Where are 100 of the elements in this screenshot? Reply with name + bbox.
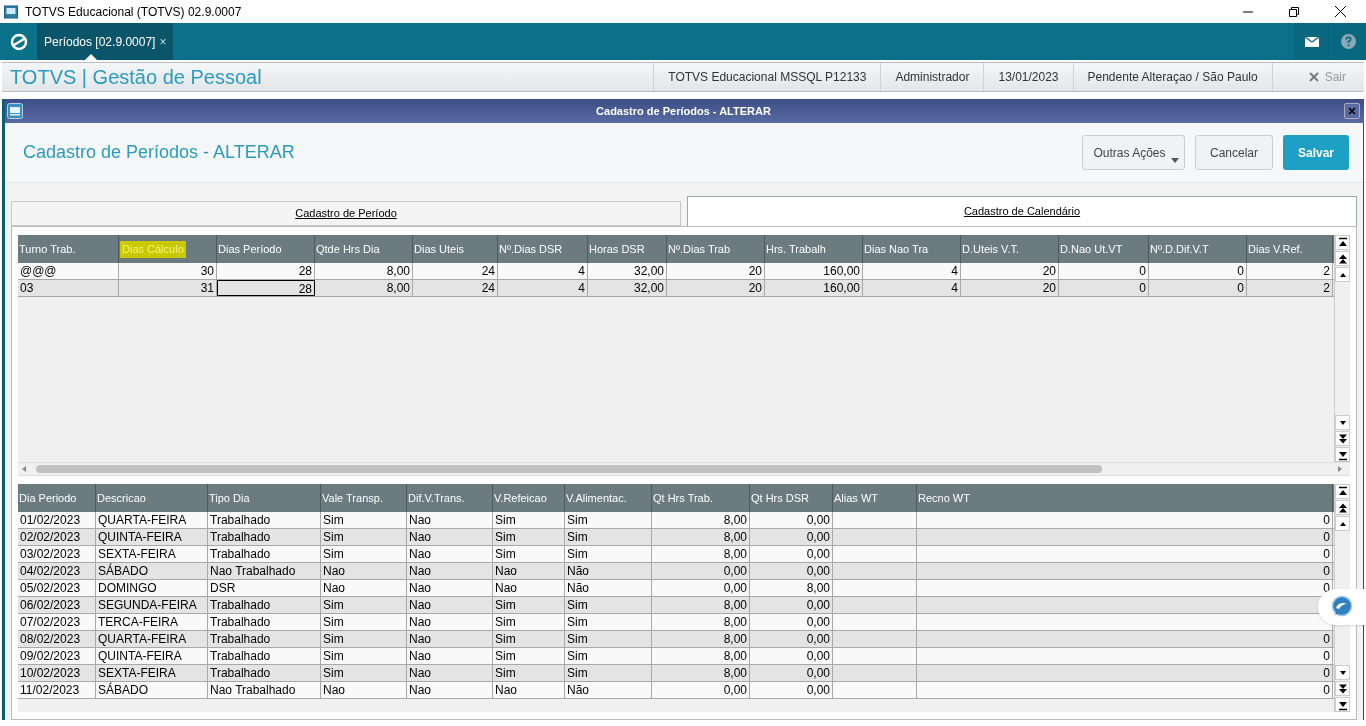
- column-header[interactable]: Dif.V.Trans.: [408, 492, 465, 504]
- table-cell: 0: [917, 665, 1333, 681]
- scroll-to-top-icon[interactable]: [1336, 236, 1349, 249]
- page-up-icon[interactable]: [1336, 501, 1349, 514]
- table-cell: Sim: [493, 597, 565, 613]
- exit-button[interactable]: Sair: [1271, 63, 1364, 91]
- table-cell: Sim: [493, 546, 565, 562]
- column-header[interactable]: Descricao: [97, 492, 146, 504]
- table-cell: 0,00: [750, 665, 833, 681]
- table-cell: 31: [119, 280, 217, 296]
- table-cell: Nao: [407, 665, 493, 681]
- column-header[interactable]: Dias Nao Tra: [864, 241, 929, 258]
- table-cell: 0: [917, 648, 1333, 664]
- table-cell: Trabalhado: [208, 648, 321, 664]
- dialog-title: Cadastro de Períodos - ALTERAR: [595, 103, 772, 119]
- close-icon: [1348, 107, 1356, 115]
- table-cell: Não: [565, 563, 652, 579]
- table-cell: 0,00: [750, 563, 833, 579]
- page-down-icon[interactable]: [1336, 432, 1349, 445]
- actions-menu-button[interactable]: Outras Ações: [1082, 135, 1185, 170]
- column-header[interactable]: Horas DSR: [589, 241, 645, 258]
- page-up-icon[interactable]: [1336, 252, 1349, 265]
- table-cell: 0,00: [652, 563, 750, 579]
- table-cell: 30: [119, 263, 217, 279]
- column-header[interactable]: Tipo Dia: [209, 492, 250, 504]
- table-cell: Sim: [321, 546, 407, 562]
- column-header[interactable]: Nº.Dias Trab: [668, 241, 731, 258]
- table-cell: Nao: [321, 563, 407, 579]
- table-cell: 32,00: [588, 280, 667, 296]
- table-cell: Trabalhado: [208, 665, 321, 681]
- table-cell: Nao: [493, 682, 565, 698]
- dialog-heading: Cadastro de Períodos - ALTERAR: [23, 141, 295, 164]
- column-header[interactable]: Qt Hrs DSR: [751, 492, 810, 504]
- close-icon[interactable]: [1335, 6, 1346, 17]
- form-tab[interactable]: Cadastro de Período: [11, 201, 681, 226]
- column-header[interactable]: V.Refeicao: [494, 492, 547, 504]
- totvs-logo-icon[interactable]: [9, 32, 28, 51]
- table-cell: 02/02/2023: [18, 529, 96, 545]
- table-cell: Sim: [321, 597, 407, 613]
- column-header[interactable]: Dias Uteis: [414, 241, 465, 258]
- column-header[interactable]: Hrs. Trabalh: [766, 241, 826, 258]
- column-header[interactable]: V.Alimentac.: [566, 492, 627, 504]
- column-header[interactable]: Dias V.Ref.: [1248, 241, 1303, 258]
- table-cell: 160,00: [765, 280, 863, 296]
- app-tab[interactable]: Períodos [02.9.0007] ×: [37, 23, 174, 60]
- table-cell: 0: [917, 682, 1333, 698]
- table-cell: 09/02/2023: [18, 648, 96, 664]
- column-header[interactable]: Vale Transp.: [322, 492, 383, 504]
- table-cell: Nao: [407, 597, 493, 613]
- cancel-button[interactable]: Cancelar: [1195, 135, 1273, 170]
- table-cell: 0: [917, 563, 1333, 579]
- scroll-to-top-icon[interactable]: [1336, 485, 1349, 498]
- table-cell: 01/02/2023: [18, 512, 96, 528]
- table-cell: 8,00: [750, 580, 833, 596]
- table-cell: 0,00: [750, 614, 833, 630]
- dialog-close-button[interactable]: [1344, 103, 1360, 119]
- table-cell: Sim: [321, 665, 407, 681]
- table-cell: 05/02/2023: [18, 580, 96, 596]
- table-cell: 0,00: [652, 682, 750, 698]
- chat-icon: [1330, 595, 1354, 619]
- table-cell: Não: [565, 580, 652, 596]
- scrollbar-thumb[interactable]: [36, 465, 1102, 473]
- table-cell: QUARTA-FEIRA: [96, 512, 208, 528]
- table-cell: SEXTA-FEIRA: [96, 546, 208, 562]
- column-header[interactable]: Nº.D.Dif.V.T: [1150, 241, 1209, 258]
- column-header[interactable]: Dia Periodo: [19, 492, 77, 504]
- table-cell: Nao: [407, 512, 493, 528]
- column-header[interactable]: Turno Trab.: [19, 241, 76, 258]
- save-button[interactable]: Salvar: [1283, 135, 1349, 170]
- column-header[interactable]: Dias Período: [218, 241, 282, 258]
- column-header[interactable]: D.Nao Ut.VT: [1060, 241, 1123, 258]
- table-cell: 0,00: [750, 546, 833, 562]
- table-cell: 8,00: [315, 280, 413, 296]
- header-info: TOTVS Educacional MSSQL P12133: [668, 69, 867, 86]
- app-icon: [4, 4, 18, 19]
- mail-icon[interactable]: [1305, 36, 1319, 47]
- column-header[interactable]: Alias WT: [834, 492, 878, 504]
- column-header[interactable]: D.Uteis V.T.: [962, 241, 1020, 258]
- table-cell: 4: [863, 280, 961, 296]
- table-cell: Nao: [321, 682, 407, 698]
- close-tab-button[interactable]: ×: [159, 32, 167, 51]
- table-cell: 0,00: [750, 529, 833, 545]
- column-header[interactable]: Nº.Dias DSR: [499, 241, 563, 258]
- column-header[interactable]: Recno WT: [918, 492, 970, 504]
- restore-icon[interactable]: [1289, 6, 1299, 17]
- form-tab[interactable]: Cadastro de Calendário: [687, 196, 1357, 226]
- table-cell: 20: [667, 280, 765, 296]
- table-cell: 06/02/2023: [18, 597, 96, 613]
- table-cell: 2: [1247, 263, 1333, 279]
- table-cell: Nao: [407, 529, 493, 545]
- column-header[interactable]: Qt Hrs Trab.: [653, 492, 713, 504]
- table-cell: 03: [18, 280, 119, 296]
- table-cell: 24: [413, 280, 498, 296]
- column-header[interactable]: Qtde Hrs Dia: [316, 241, 380, 258]
- page-down-icon[interactable]: [1336, 682, 1349, 695]
- table-cell: Sim: [321, 631, 407, 647]
- help-icon[interactable]: [1341, 34, 1356, 49]
- window-icon: [7, 103, 23, 119]
- table-cell: 0: [917, 529, 1333, 545]
- table-cell: Nao: [407, 546, 493, 562]
